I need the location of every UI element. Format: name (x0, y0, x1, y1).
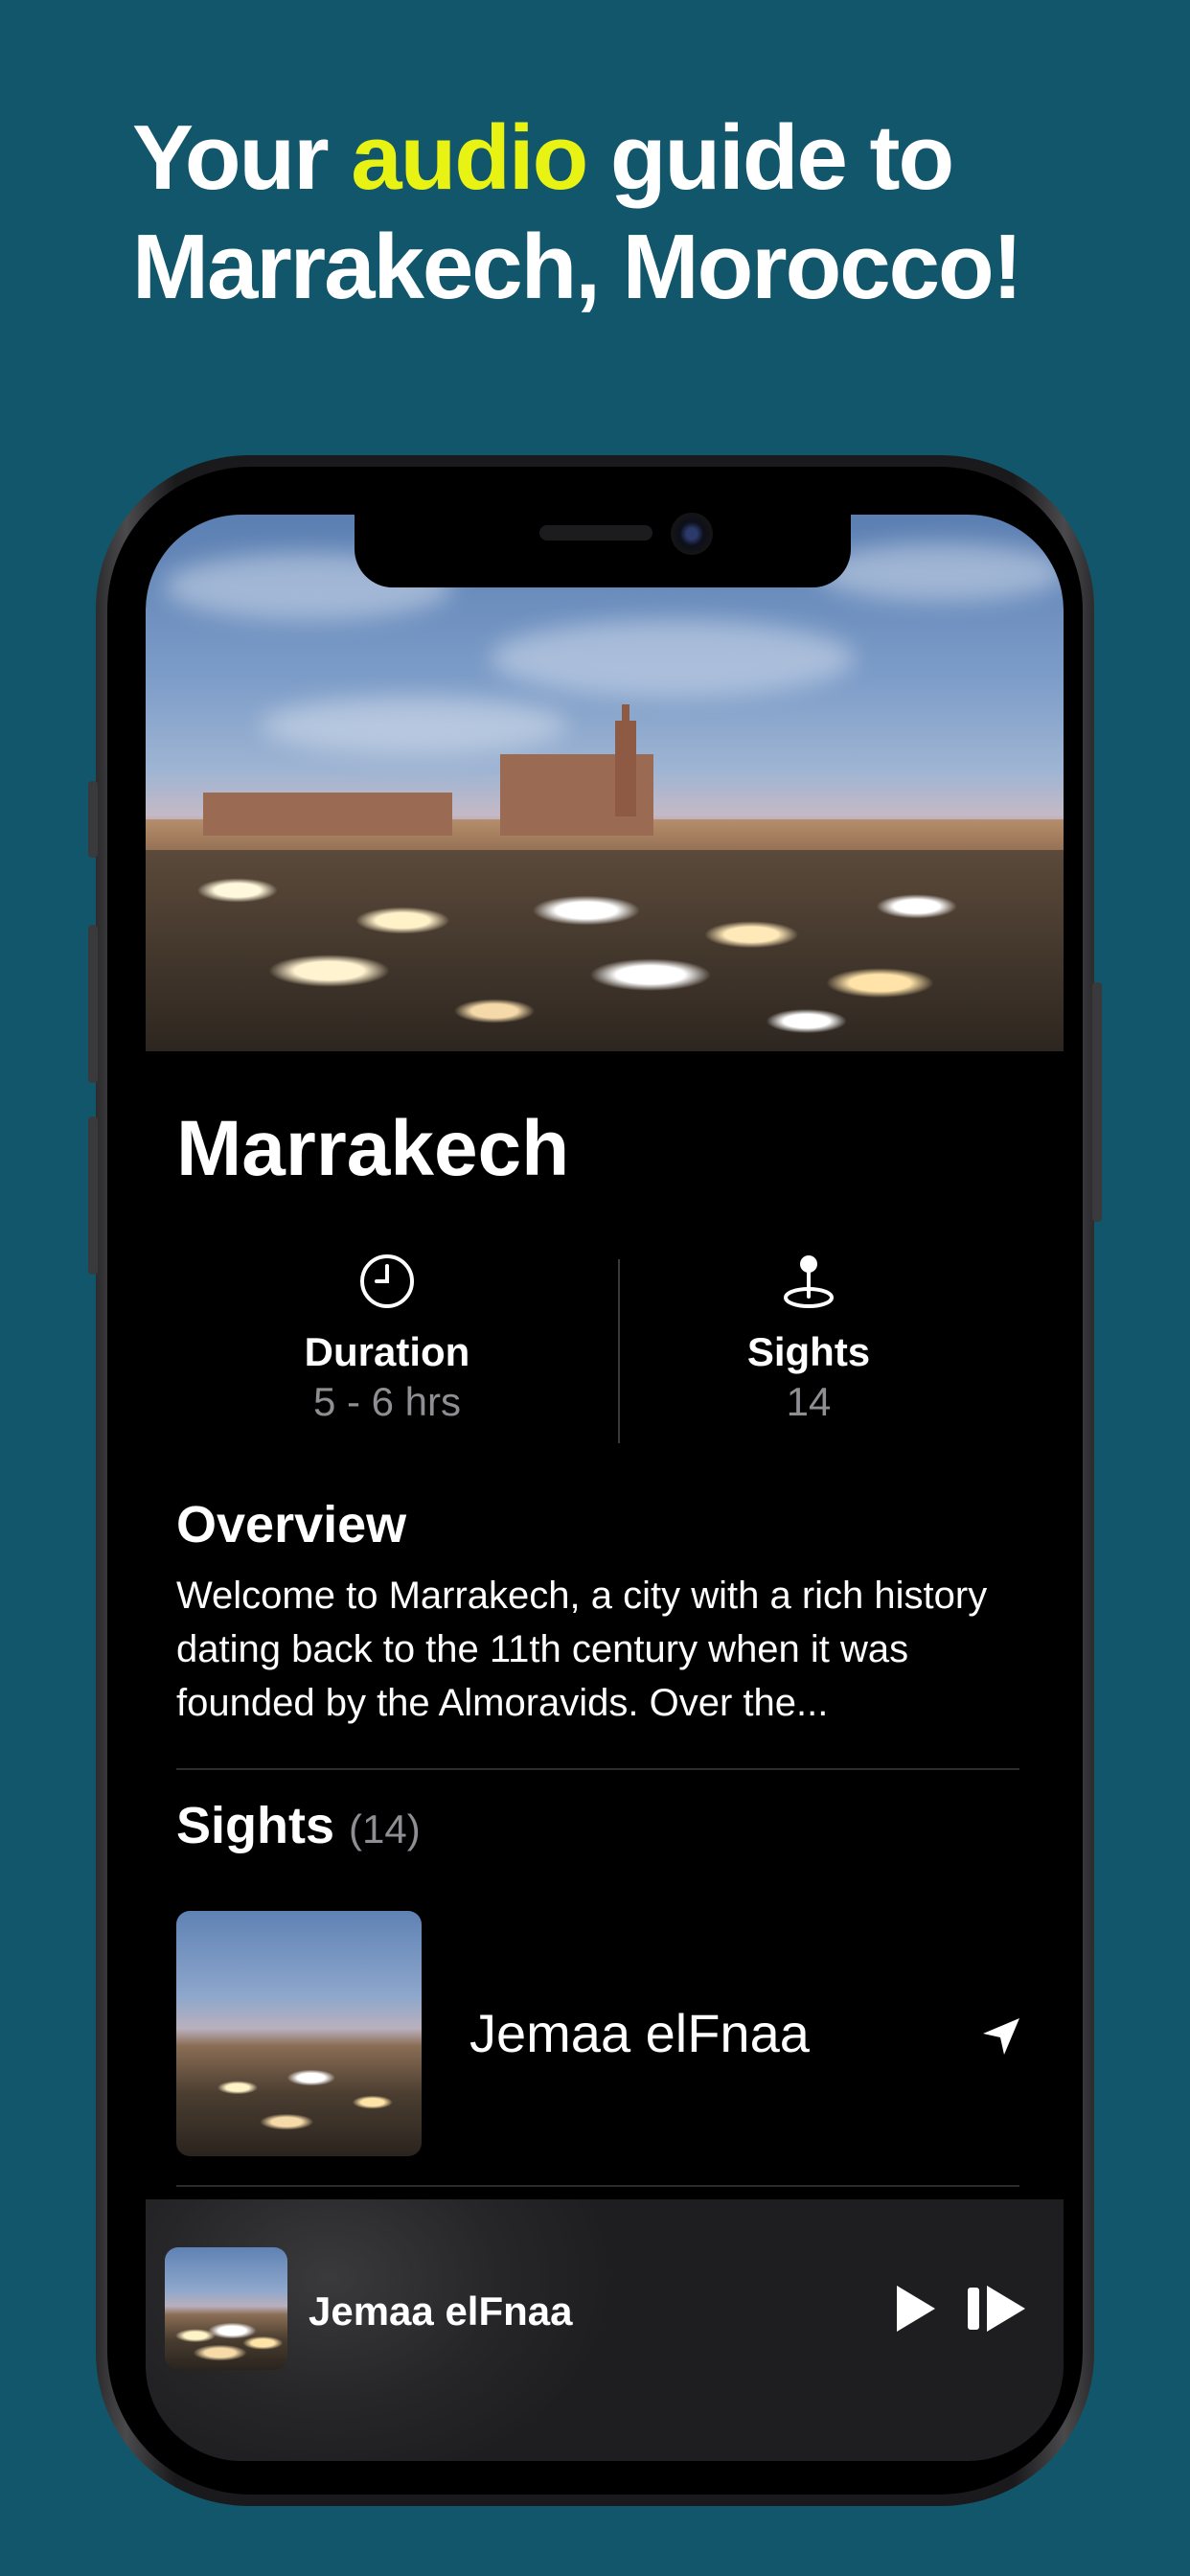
sights-heading-label: Sights (176, 1797, 335, 1854)
list-item[interactable]: Jemaa elFnaa (176, 1911, 1019, 2156)
earpiece-speaker (539, 525, 652, 540)
sight-thumbnail (176, 1911, 422, 2156)
headline: Your audio guide to Marrakech, Morocco! (132, 104, 1090, 322)
sight-name: Jemaa elFnaa (469, 2003, 810, 2063)
stat-sights-value: 14 (786, 1379, 832, 1424)
stat-duration: Duration 5 - 6 hrs (176, 1253, 598, 1427)
sights-count: (14) (349, 1806, 421, 1852)
location-arrow-icon[interactable] (979, 2014, 1023, 2058)
front-camera (671, 513, 713, 555)
mute-switch (88, 781, 98, 858)
headline-suffix: guide to (586, 106, 954, 209)
mini-player[interactable]: Jemaa elFnaa (146, 2199, 1064, 2461)
tour-stats: Duration 5 - 6 hrs Sights 14 (176, 1253, 1019, 1440)
divider (176, 2185, 1019, 2187)
player-thumbnail (165, 2247, 287, 2370)
headline-highlight: audio (351, 106, 588, 209)
headline-prefix: Your (132, 106, 352, 209)
stat-sights-label: Sights (746, 1329, 871, 1374)
volume-up-button (88, 925, 98, 1083)
sights-heading: Sights (14) (176, 1795, 421, 1860)
minaret (615, 721, 636, 816)
clock-icon (360, 1254, 414, 1308)
volume-down-button (88, 1116, 98, 1275)
stat-sights: Sights 14 (598, 1253, 1019, 1427)
player-title: Jemaa elFnaa (309, 2288, 573, 2334)
divider (176, 1768, 1019, 1770)
tour-title: Marrakech (176, 1105, 570, 1192)
hero-image (146, 515, 1064, 1051)
play-icon[interactable] (893, 2284, 939, 2334)
app-screen: Marrakech Duration 5 - 6 hrs Sights 14 O… (146, 515, 1064, 2461)
overview-text[interactable]: Welcome to Marrakech, a city with a rich… (176, 1569, 1019, 1730)
stat-duration-label: Duration (304, 1329, 470, 1374)
overview-heading: Overview (176, 1496, 407, 1553)
stat-divider (618, 1259, 620, 1443)
map-pin-icon (784, 1255, 834, 1308)
skip-forward-icon[interactable] (966, 2284, 1029, 2334)
power-button (1092, 982, 1102, 1222)
headline-line2: Marrakech, Morocco! (132, 216, 1023, 318)
stat-duration-value: 5 - 6 hrs (312, 1379, 462, 1424)
